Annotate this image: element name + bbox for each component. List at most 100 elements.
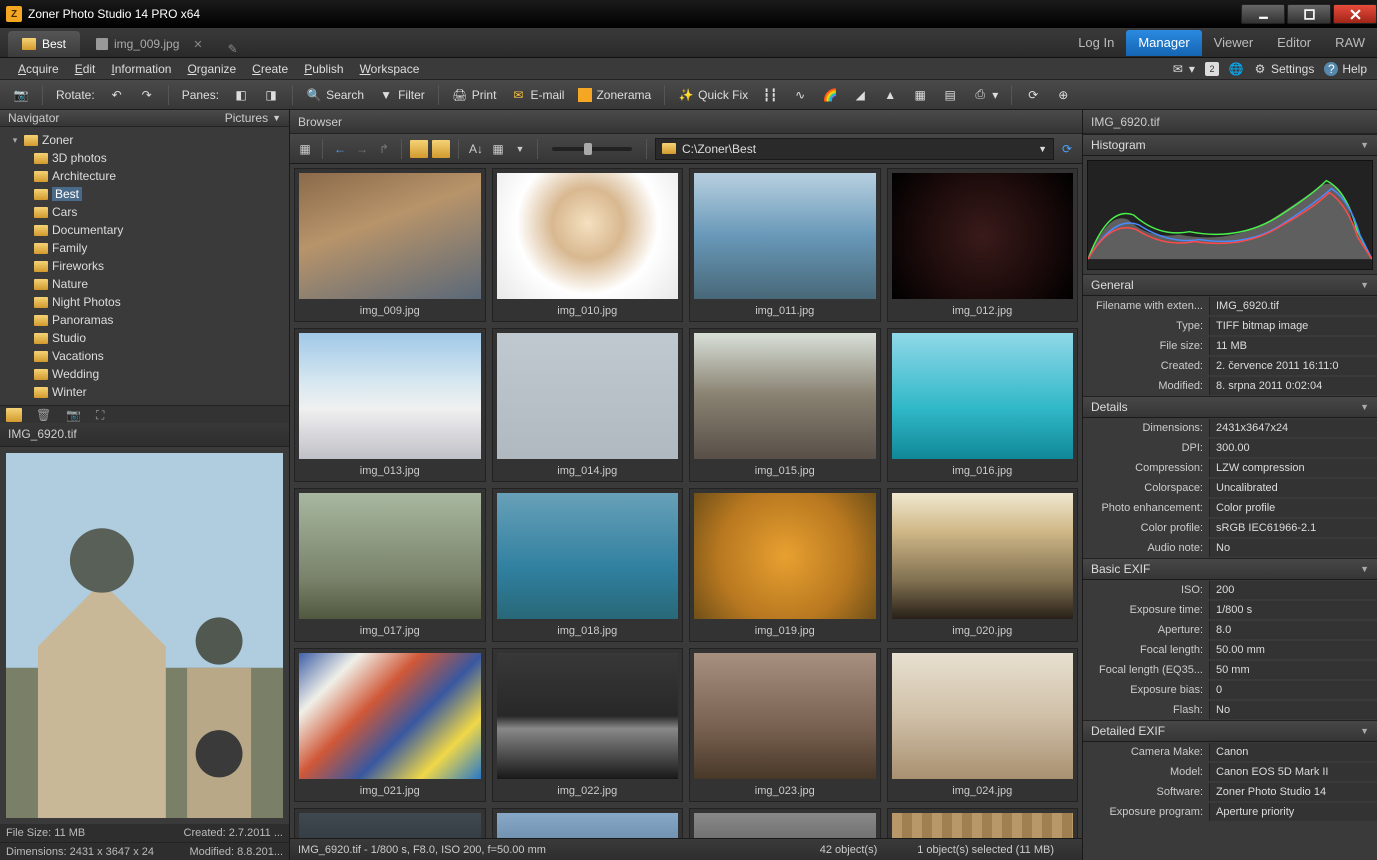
navigator-mode[interactable]: Pictures — [225, 111, 268, 125]
section-detailed_exif[interactable]: Detailed EXIF▼ — [1083, 720, 1377, 742]
levels-button[interactable]: ┇┇ — [757, 84, 783, 106]
tree-root[interactable]: ▾Zoner — [0, 131, 289, 149]
property-value[interactable]: Uncalibrated — [1209, 479, 1377, 497]
tool-button-d[interactable]: ▤ — [937, 84, 963, 106]
back-button[interactable]: ← — [331, 140, 349, 158]
thumbnail-item[interactable]: img_020.jpg — [887, 488, 1079, 642]
filter-button[interactable]: ▼Filter — [373, 84, 430, 106]
property-value[interactable]: 8. srpna 2011 0:02:04 — [1209, 377, 1377, 395]
tool-button-c[interactable]: ▦ — [907, 84, 933, 106]
menu-edit[interactable]: Edit — [67, 62, 104, 76]
refresh-button[interactable]: ⟳ — [1058, 140, 1076, 158]
property-value[interactable]: 2431x3647x24 — [1209, 419, 1377, 437]
thumbnail-item[interactable]: img_012.jpg — [887, 168, 1079, 322]
property-value[interactable]: 1/800 s — [1209, 601, 1377, 619]
tree-item[interactable]: Studio — [0, 329, 289, 347]
mode-editor[interactable]: Editor — [1265, 30, 1323, 56]
property-value[interactable]: TIFF bitmap image — [1209, 317, 1377, 335]
mail-dropdown-icon[interactable]: ✉▾ — [1171, 62, 1195, 76]
login-link[interactable]: Log In — [1066, 30, 1126, 56]
chevron-down-icon[interactable]: ▼ — [1038, 144, 1047, 154]
property-value[interactable]: 0 — [1209, 681, 1377, 699]
trash-icon[interactable]: 🗑 — [36, 408, 52, 422]
thumbnail-item[interactable]: img_010.jpg — [492, 168, 684, 322]
property-value[interactable]: Zoner Photo Studio 14 — [1209, 783, 1377, 801]
property-value[interactable]: sRGB IEC61966-2.1 — [1209, 519, 1377, 537]
property-value[interactable]: 50 mm — [1209, 661, 1377, 679]
expand-icon[interactable]: ⛶ — [96, 408, 112, 422]
view-grid-icon[interactable]: ▦ — [489, 140, 507, 158]
property-value[interactable]: 8.0 — [1209, 621, 1377, 639]
thumbnail-item[interactable] — [492, 808, 684, 838]
thumbnail-item[interactable] — [294, 808, 486, 838]
tree-item[interactable]: Cars — [0, 203, 289, 221]
property-value[interactable]: 300.00 — [1209, 439, 1377, 457]
histogram-header[interactable]: Histogram▼ — [1083, 134, 1377, 156]
settings-button[interactable]: ⚙Settings — [1253, 62, 1314, 76]
property-value[interactable]: No — [1209, 701, 1377, 719]
close-icon[interactable]: ✕ — [193, 38, 202, 51]
tree-item[interactable]: Wedding — [0, 365, 289, 383]
mode-manager[interactable]: Manager — [1126, 30, 1201, 56]
camera-small-icon[interactable]: 📷 — [66, 408, 82, 422]
mode-viewer[interactable]: Viewer — [1202, 30, 1266, 56]
thumbnail-item[interactable]: img_018.jpg — [492, 488, 684, 642]
thumbnail-item[interactable]: img_022.jpg — [492, 648, 684, 802]
thumbnail-item[interactable]: img_019.jpg — [689, 488, 881, 642]
rainbow-button[interactable]: 🌈 — [817, 84, 843, 106]
tree-item[interactable]: Architecture — [0, 167, 289, 185]
tree-item[interactable]: Best — [0, 185, 289, 203]
email-button[interactable]: ✉E-mail — [505, 84, 569, 106]
chevron-down-icon[interactable]: ▼ — [272, 113, 281, 123]
tree-item[interactable]: Panoramas — [0, 311, 289, 329]
menu-create[interactable]: Create — [244, 62, 296, 76]
thumbnail-item[interactable]: img_021.jpg — [294, 648, 486, 802]
sort-button[interactable]: A↓ — [467, 140, 485, 158]
forward-button[interactable]: → — [353, 140, 371, 158]
notification-icon[interactable]: 2 — [1205, 62, 1219, 76]
tab-best[interactable]: Best — [8, 31, 80, 57]
tree-item[interactable]: Vacations — [0, 347, 289, 365]
folder-fav-icon[interactable] — [432, 140, 450, 158]
up-button[interactable]: ↱ — [375, 140, 393, 158]
thumbnail-item[interactable]: img_011.jpg — [689, 168, 881, 322]
tree-item[interactable]: Fireworks — [0, 257, 289, 275]
thumb-size-slider[interactable] — [552, 147, 632, 151]
rotate-right-button[interactable]: ↷ — [134, 84, 160, 106]
thumbnail-item[interactable]: img_017.jpg — [294, 488, 486, 642]
tree-item[interactable]: Family — [0, 239, 289, 257]
minimize-button[interactable] — [1241, 4, 1285, 24]
property-value[interactable]: IMG_6920.tif — [1209, 297, 1377, 315]
tree-item[interactable]: Documentary — [0, 221, 289, 239]
preview-image[interactable] — [0, 447, 289, 824]
thumbnail-item[interactable]: img_009.jpg — [294, 168, 486, 322]
property-value[interactable]: Color profile — [1209, 499, 1377, 517]
path-input[interactable]: C:\Zoner\Best ▼ — [655, 138, 1054, 160]
print-button[interactable]: 🖨Print — [447, 84, 502, 106]
tree-item[interactable]: Winter — [0, 383, 289, 401]
tool-button-g[interactable]: ⊕ — [1050, 84, 1076, 106]
tree-item[interactable]: 3D photos — [0, 149, 289, 167]
thumbnail-item[interactable]: img_016.jpg — [887, 328, 1079, 482]
thumbnail-item[interactable] — [887, 808, 1079, 838]
property-value[interactable]: 50.00 mm — [1209, 641, 1377, 659]
section-basic_exif[interactable]: Basic EXIF▼ — [1083, 558, 1377, 580]
menu-organize[interactable]: Organize — [179, 62, 244, 76]
globe-icon[interactable]: 🌐 — [1229, 62, 1243, 76]
folder-nav-icon[interactable] — [410, 140, 428, 158]
thumbnail-item[interactable]: img_014.jpg — [492, 328, 684, 482]
property-value[interactable]: No — [1209, 539, 1377, 557]
property-value[interactable]: 11 MB — [1209, 337, 1377, 355]
quickfix-button[interactable]: ✨Quick Fix — [673, 84, 753, 106]
thumbnail-item[interactable]: img_015.jpg — [689, 328, 881, 482]
search-button[interactable]: 🔍Search — [301, 84, 369, 106]
mode-raw[interactable]: RAW — [1323, 30, 1377, 56]
camera-button[interactable]: 📷 — [8, 84, 34, 106]
curves-button[interactable]: ∿ — [787, 84, 813, 106]
property-value[interactable]: Canon — [1209, 743, 1377, 761]
section-general[interactable]: General▼ — [1083, 274, 1377, 296]
tree-item[interactable]: Night Photos — [0, 293, 289, 311]
pane-button-2[interactable]: ◨ — [258, 84, 284, 106]
tool-button-e[interactable]: ⎙▾ — [967, 84, 1003, 106]
property-value[interactable]: 2. července 2011 16:11:0 — [1209, 357, 1377, 375]
